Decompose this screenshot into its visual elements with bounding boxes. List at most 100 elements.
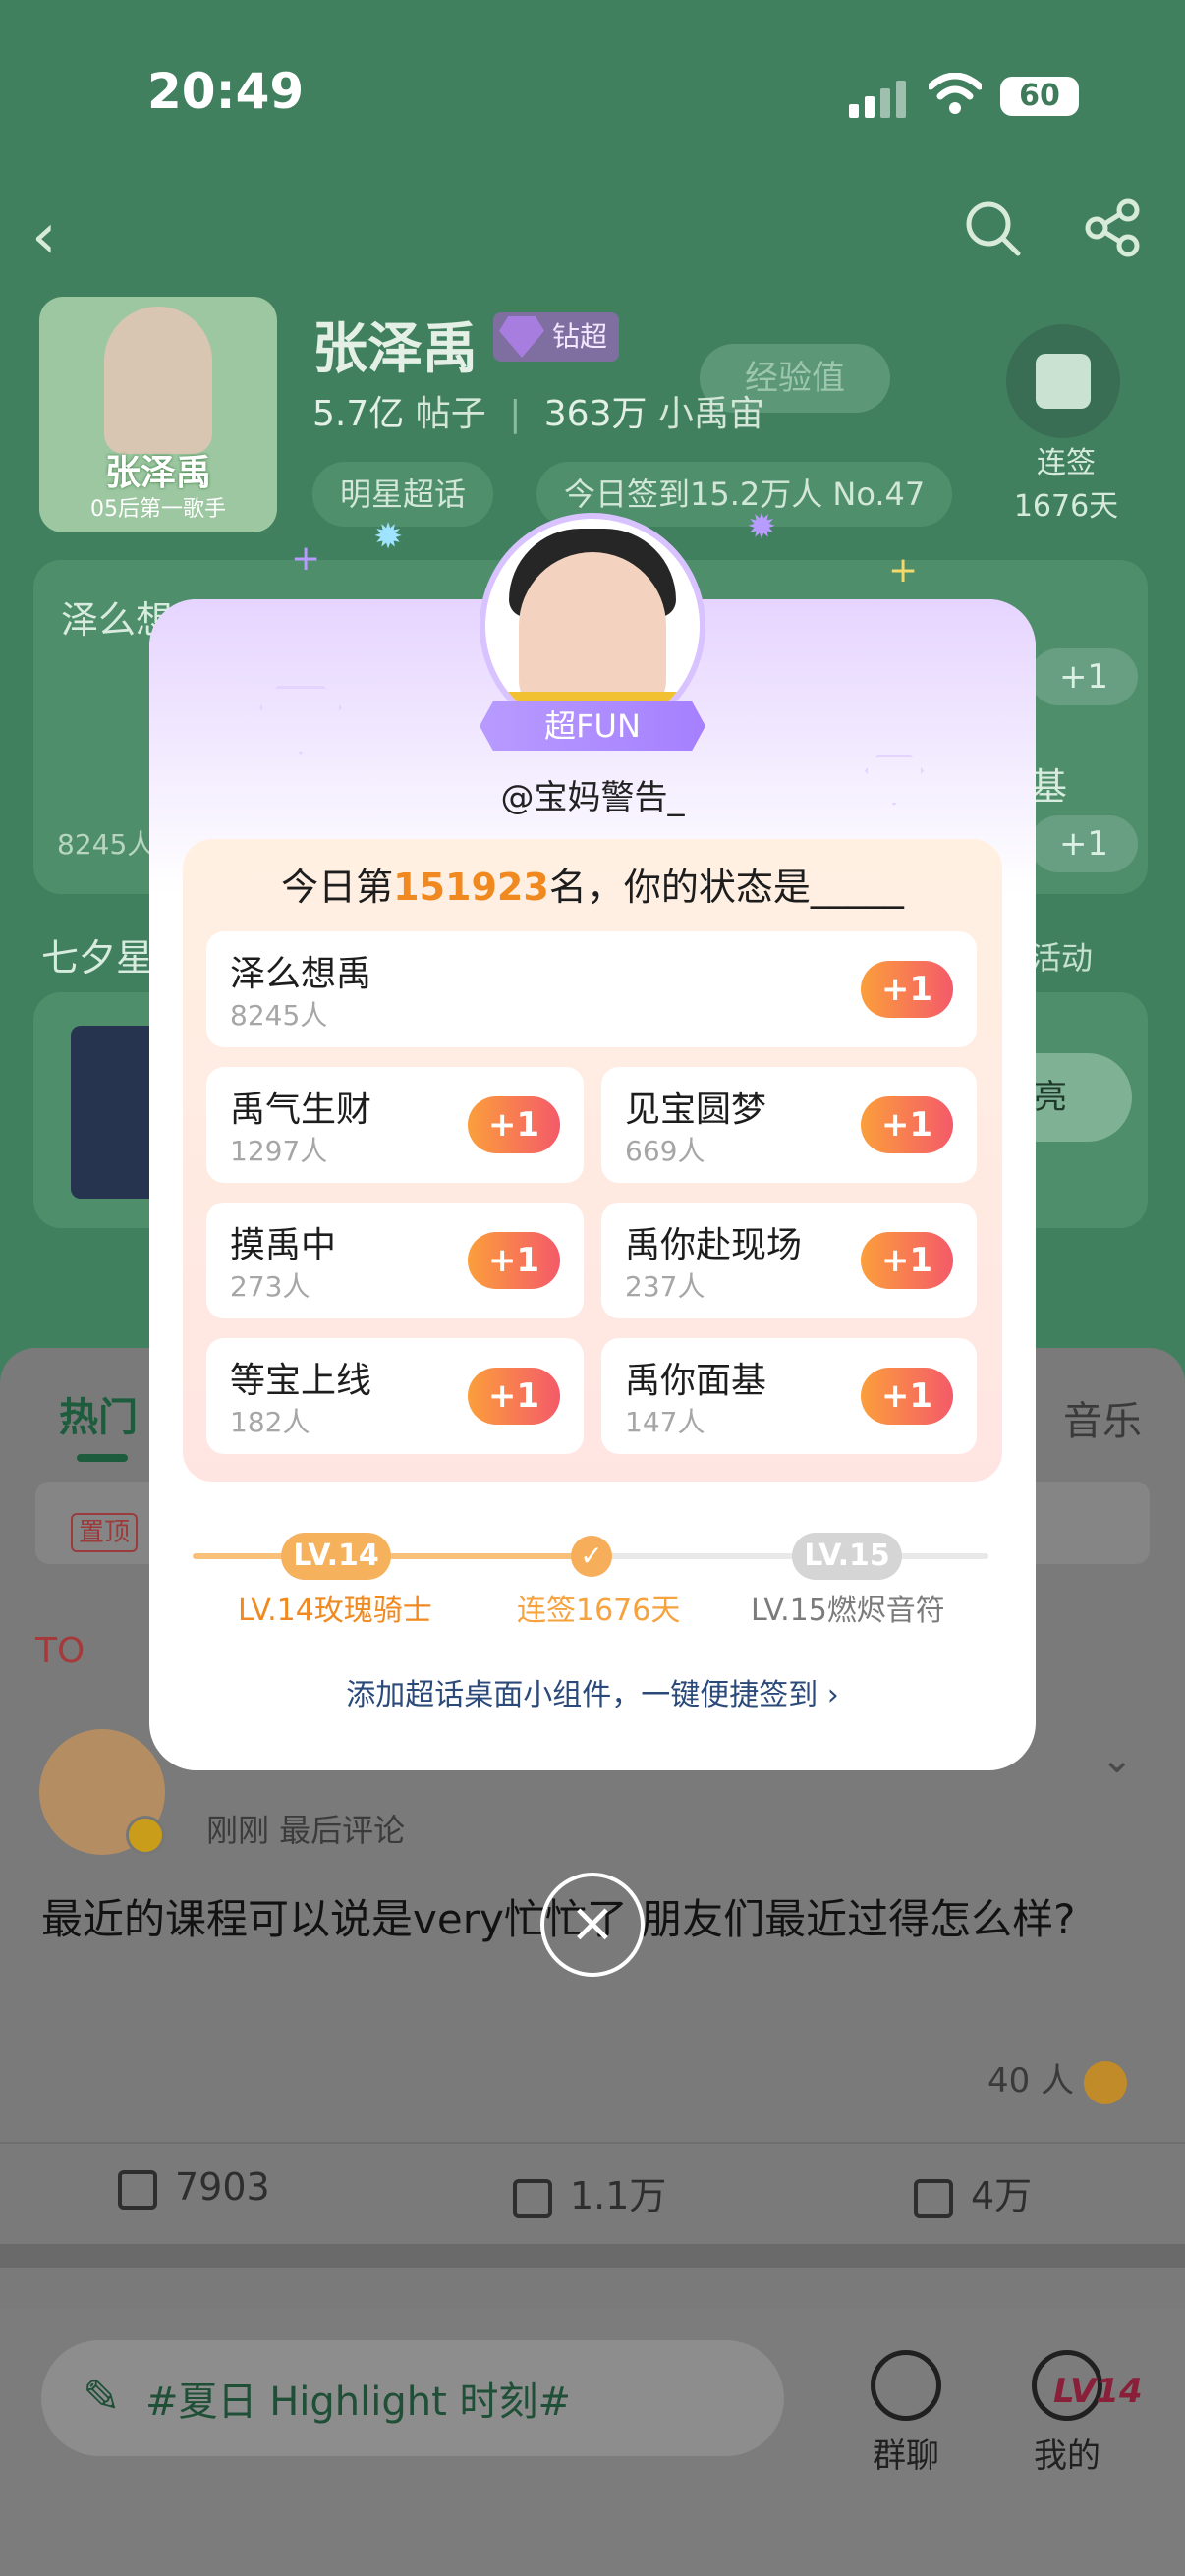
qixi-section-title: 七夕星	[41, 936, 154, 980]
verified-icon	[126, 1816, 165, 1855]
share-icon[interactable]	[1081, 196, 1144, 259]
option-count: 273人	[230, 1270, 310, 1303]
tab-hot[interactable]: 热门	[59, 1385, 138, 1442]
level-next-node: LV.15	[792, 1533, 902, 1580]
status-option[interactable]: 泽么想禹 8245人 +1	[206, 931, 977, 1047]
chevron-down-icon[interactable]: ⌄	[1100, 1737, 1134, 1782]
post-actions: 7903 1.1万 4万	[0, 2142, 1185, 2240]
nav-mine[interactable]: 我的	[1018, 2350, 1116, 2477]
rank-suffix: 名，你的状态是_____	[548, 866, 904, 909]
sparkle-icon: +	[888, 550, 919, 590]
status-bar: 20:49 60	[0, 0, 1185, 187]
repost-icon	[118, 2169, 157, 2210]
check-icon: ✓	[571, 1536, 612, 1577]
plus-one-button[interactable]: +1	[468, 1096, 560, 1153]
option-name: 泽么想禹	[230, 954, 372, 994]
pencil-icon: ✎	[83, 2370, 121, 2423]
emoji-icon	[1084, 2060, 1128, 2104]
status-option[interactable]: 见宝圆梦 669人 +1	[601, 1067, 977, 1183]
level-progress-label: 连签1676天	[517, 1594, 681, 1628]
sparkle-icon: ✹	[373, 517, 404, 557]
qixi-more-link[interactable]: 活动	[1030, 933, 1093, 979]
search-icon[interactable]	[961, 196, 1024, 259]
streak-info: 连签 1676天	[1002, 442, 1130, 529]
level-next-label: LV.15燃烬音符	[751, 1594, 945, 1628]
plus-one-button[interactable]: +1	[861, 1096, 953, 1153]
level-current-label: LV.14玫瑰骑士	[238, 1594, 432, 1628]
cover-person-image	[104, 307, 212, 454]
tab-hot-underline	[77, 1454, 128, 1462]
thumbs-up-icon	[914, 2178, 953, 2218]
cover-title: 张泽禹	[104, 453, 211, 493]
status-option[interactable]: 摸禹中 273人 +1	[206, 1203, 584, 1318]
option-count: 147人	[625, 1406, 705, 1438]
share-action[interactable]: 7903	[118, 2165, 270, 2210]
option-count: 8245人	[230, 999, 328, 1032]
wifi-icon	[929, 73, 982, 114]
add-widget-link[interactable]: 添加超话桌面小组件，一键便捷签到 ›	[149, 1670, 1036, 1713]
like-count: 4万	[971, 2174, 1033, 2217]
plus-one-button[interactable]: +1	[861, 1232, 953, 1289]
status-time: 20:49	[147, 63, 305, 120]
plus-one-button[interactable]: +1	[861, 1368, 953, 1425]
sparkle-icon: +	[291, 538, 321, 579]
plus-one-button[interactable]: +1	[1030, 815, 1138, 872]
super-fun-ribbon: 超FUN	[480, 701, 705, 751]
level-current-node: LV.14	[281, 1533, 391, 1580]
option-name: 见宝圆梦	[625, 1090, 767, 1130]
option-count: 237人	[625, 1270, 705, 1303]
diamond-icon	[499, 316, 544, 358]
hot-card-count: 8245人	[57, 828, 155, 861]
tab-music[interactable]: 音乐	[1063, 1389, 1142, 1446]
level-badge: LV14	[1053, 2372, 1143, 2411]
posts-count: 5.7亿	[312, 394, 405, 434]
streak-days: 1676天	[1013, 489, 1119, 524]
level-progress-remaining	[592, 1553, 988, 1559]
option-name: 摸禹中	[230, 1225, 337, 1265]
checkin-button[interactable]	[1006, 324, 1120, 438]
battery-indicator: 60	[1000, 77, 1079, 116]
status-option[interactable]: 等宝上线 182人 +1	[206, 1338, 584, 1454]
status-option[interactable]: 禹你赴现场 237人 +1	[601, 1203, 977, 1318]
level-progress-filled	[193, 1553, 592, 1559]
supertopic-name: 张泽禹	[312, 317, 478, 381]
option-name: 禹你赴现场	[625, 1225, 803, 1265]
status-option[interactable]: 禹气生财 1297人 +1	[206, 1067, 584, 1183]
plus-one-button[interactable]: +1	[861, 961, 953, 1018]
option-count: 182人	[230, 1406, 310, 1438]
comment-icon	[513, 2178, 552, 2218]
group-chat-icon	[871, 2350, 941, 2421]
plus-one-button[interactable]: +1	[468, 1232, 560, 1289]
close-button[interactable]: ×	[540, 1873, 645, 1977]
option-count: 669人	[625, 1135, 705, 1167]
pinned-tag: 置顶	[71, 1513, 139, 1552]
activity-light-button[interactable]: 亮	[1034, 1053, 1132, 1142]
rank-prefix: 今日第	[281, 866, 394, 909]
compose-placeholder[interactable]: #夏日 Highlight 时刻#	[145, 2370, 571, 2427]
user-handle: @宝妈警告_	[500, 778, 685, 817]
status-option[interactable]: 禹你面基 147人 +1	[601, 1338, 977, 1454]
calendar-check-icon	[1036, 354, 1091, 409]
share-count: 7903	[175, 2165, 270, 2209]
posts-label: 帖子	[415, 394, 486, 434]
nav-group-chat[interactable]: 群聊	[857, 2350, 955, 2477]
like-action[interactable]: 4万	[914, 2165, 1032, 2219]
plus-one-button[interactable]: +1	[1030, 648, 1138, 705]
diamond-badge: 钻超	[493, 312, 620, 362]
back-icon[interactable]: ‹	[31, 200, 57, 273]
option-name: 等宝上线	[230, 1361, 372, 1401]
supertopic-stats: 5.7亿 帖子 | 363万 小禹宙	[312, 385, 764, 436]
comment-action[interactable]: 1.1万	[513, 2165, 666, 2219]
post-meta: 刚刚 最后评论	[206, 1812, 406, 1849]
reactors-count: 40 人	[988, 2061, 1075, 2100]
badge-label: 钻超	[552, 320, 608, 353]
plus-one-button[interactable]: +1	[468, 1368, 560, 1425]
reactors: 40 人	[988, 2053, 1128, 2104]
members-label[interactable]: 小禹宙	[658, 394, 764, 434]
sparkle-icon: ✹	[747, 507, 777, 547]
rank-number: 151923	[393, 866, 549, 909]
option-name: 禹气生财	[230, 1090, 372, 1130]
chevron-right-icon: ›	[826, 1678, 839, 1712]
stats-divider: |	[509, 394, 522, 434]
signal-icon	[849, 81, 906, 118]
